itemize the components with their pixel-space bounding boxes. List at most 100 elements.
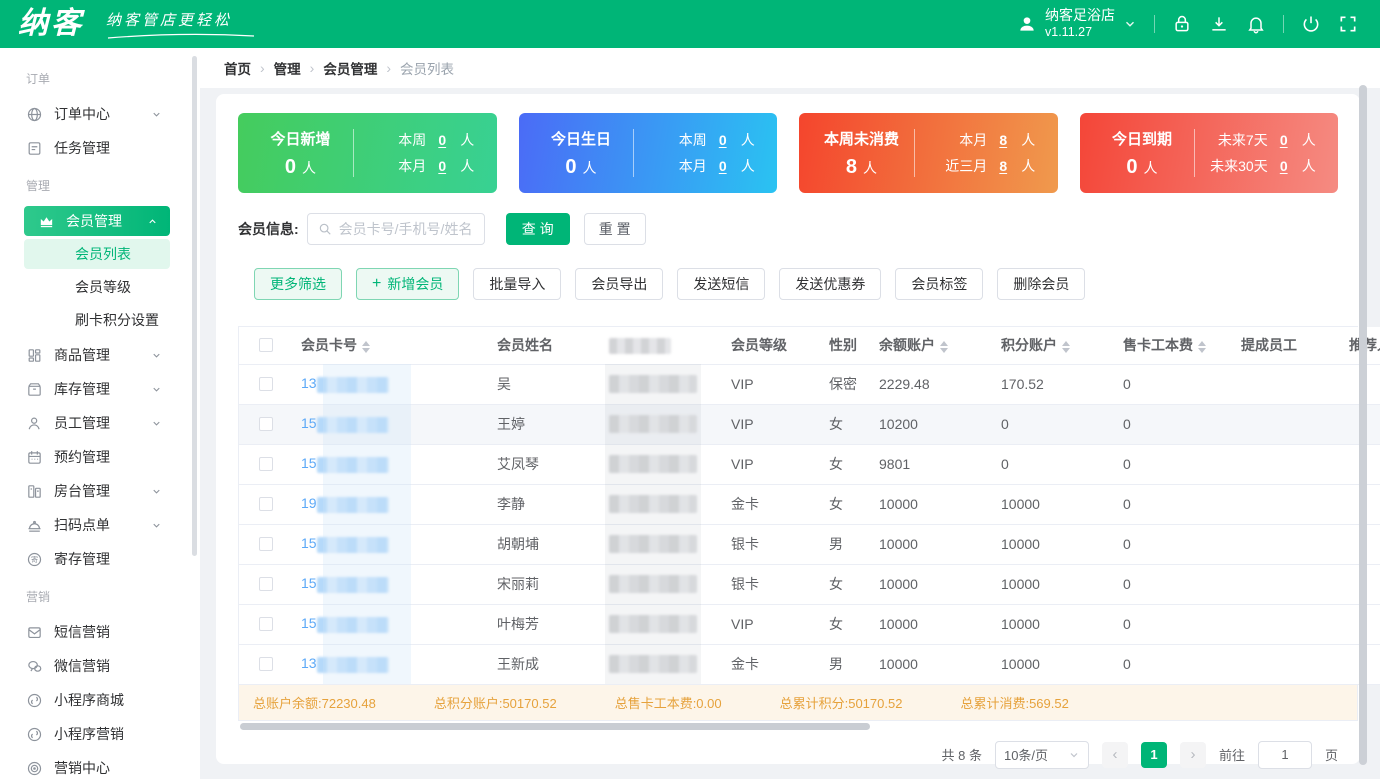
search-input[interactable] [338, 221, 474, 237]
row-checkbox[interactable] [259, 617, 273, 631]
page-size-select[interactable]: 10条/页 [994, 740, 1089, 769]
breadcrumb-item[interactable]: 首页 [224, 58, 251, 78]
bell-icon[interactable] [1246, 14, 1266, 34]
reset-button[interactable]: 重 置 [583, 213, 646, 245]
stat-card-title: 今日新增 [270, 130, 331, 148]
row-checkbox[interactable] [259, 377, 273, 391]
sidebar-subitem[interactable]: 会员列表 [24, 239, 170, 269]
power-icon[interactable] [1301, 14, 1321, 34]
sidebar-item-label: 寄存管理 [54, 551, 110, 567]
blurred-phone [609, 415, 697, 434]
cell-checkbox [239, 604, 293, 645]
sidebar-item[interactable]: 任务管理 [0, 131, 200, 165]
sidebar-item-label: 扫码点单 [54, 517, 110, 533]
row-checkbox[interactable] [259, 497, 273, 511]
column-header-card[interactable]: 会员卡号 [293, 327, 489, 365]
goto-page-input[interactable] [1257, 740, 1312, 769]
row-checkbox[interactable] [259, 577, 273, 591]
cell-card-number: 15 [293, 524, 489, 565]
sidebar-item[interactable]: 订单中心 [0, 97, 200, 131]
user-menu[interactable]: 纳客足浴店 v1.11.27 [1017, 7, 1137, 40]
cell-phone [601, 404, 723, 445]
toolbar-button[interactable]: 更多筛选 [254, 268, 342, 300]
sort-icon[interactable] [1198, 340, 1206, 353]
next-page-button[interactable]: › [1179, 741, 1206, 768]
card-number-link[interactable]: 15 [301, 415, 317, 431]
sidebar-item[interactable]: 短信营销 [0, 615, 200, 649]
vertical-scrollbar[interactable] [1359, 85, 1367, 765]
stock-icon [26, 381, 43, 398]
sidebar-item[interactable]: 会员管理 [24, 206, 170, 236]
horizontal-scrollbar-thumb[interactable] [240, 722, 870, 730]
select-all-checkbox[interactable] [259, 338, 273, 353]
toolbar-button[interactable]: + 新增会员 [356, 268, 460, 300]
page-number-button[interactable]: 1 [1140, 741, 1167, 768]
sidebar-item[interactable]: 扫码点单 [0, 508, 200, 542]
column-header-fee[interactable]: 售卡工本费 [1115, 327, 1233, 365]
sidebar-item-label: 商品管理 [54, 347, 110, 363]
stat-card-left: 今日新增 0 人 [248, 128, 353, 179]
sort-icon[interactable] [940, 340, 948, 353]
card-number-link[interactable]: 15 [301, 535, 317, 551]
tagline-wrap: 纳客管店更轻松 [106, 9, 256, 40]
sort-icon[interactable] [362, 340, 370, 353]
breadcrumb-item[interactable]: 会员管理 [323, 58, 377, 78]
sidebar-item[interactable]: 房台管理 [0, 474, 200, 508]
toolbar-button[interactable]: 发送短信 [677, 268, 766, 300]
sidebar-subitem[interactable]: 会员等级 [24, 272, 170, 302]
sidebar-item[interactable]: 小程序营销 [0, 717, 200, 751]
stat-row-value-link[interactable]: 0 [1278, 132, 1290, 148]
card-number-link[interactable]: 15 [301, 575, 317, 591]
row-checkbox[interactable] [259, 537, 273, 551]
stat-value-unit: 人 [1143, 159, 1158, 176]
query-button[interactable]: 查 询 [505, 213, 570, 245]
stat-row-value-link[interactable]: 8 [997, 132, 1009, 148]
sidebar-scrollbar[interactable] [192, 56, 197, 556]
cloche-icon [26, 517, 43, 534]
stat-row-value-link[interactable]: 0 [1278, 158, 1290, 174]
column-header-balance[interactable]: 余额账户 [871, 327, 993, 365]
sidebar-item[interactable]: 库存管理 [0, 372, 200, 406]
summary-item: 总售卡工本费:0.00 [614, 695, 722, 711]
toolbar-button[interactable]: 批量导入 [473, 268, 562, 300]
download-icon[interactable] [1209, 14, 1229, 34]
row-checkbox[interactable] [259, 417, 273, 431]
cell-level: VIP [723, 444, 821, 485]
stat-row-value-link[interactable]: 0 [436, 132, 448, 148]
sidebar-item[interactable]: 员工管理 [0, 406, 200, 440]
breadcrumb-item[interactable]: 管理 [274, 58, 301, 78]
card-number-link[interactable]: 15 [301, 455, 317, 471]
sort-icon[interactable] [1062, 340, 1070, 353]
sidebar-item[interactable]: 小程序商城 [0, 683, 200, 717]
card-number-link[interactable]: 15 [301, 615, 317, 631]
column-header-points[interactable]: 积分账户 [993, 327, 1115, 365]
sidebar-item[interactable]: 商品管理 [0, 338, 200, 372]
stat-row-value-link[interactable]: 0 [436, 158, 448, 174]
fullscreen-icon[interactable] [1338, 14, 1358, 34]
sidebar-item[interactable]: 营销中心 [0, 751, 200, 779]
stat-row-value-link[interactable]: 0 [717, 132, 729, 148]
sidebar-item[interactable]: 预约管理 [0, 440, 200, 474]
row-checkbox[interactable] [259, 457, 273, 471]
sidebar-item[interactable]: 微信营销 [0, 649, 200, 683]
cell-gender: 女 [821, 404, 871, 445]
sidebar-subitem[interactable]: 刷卡积分设置 [24, 305, 170, 335]
sidebar: 订单 订单中心 任务管理 管理 会员管理 会员列表 会员等级 刷卡积分设置 商品管理 库存管理 员工… [0, 48, 200, 779]
card-number-link[interactable]: 13 [301, 655, 317, 671]
prev-page-button[interactable]: ‹ [1101, 741, 1128, 768]
toolbar-button[interactable]: 发送优惠券 [779, 268, 882, 300]
row-checkbox[interactable] [259, 657, 273, 671]
card-number-link[interactable]: 13 [301, 375, 317, 391]
toolbar-button[interactable]: 会员标签 [895, 268, 984, 300]
stat-row-value-link[interactable]: 8 [997, 158, 1009, 174]
card-number-link[interactable]: 19 [301, 495, 317, 511]
toolbar-button[interactable]: 会员导出 [575, 268, 664, 300]
lock-icon[interactable] [1172, 14, 1192, 34]
sidebar-item[interactable]: 寄 寄存管理 [0, 542, 200, 576]
cell-name: 李静 [489, 484, 601, 525]
stat-card-rows: 本月 8 人近三月 8 人 [915, 130, 1048, 176]
stat-row-value-link[interactable]: 0 [717, 158, 729, 174]
cell-phone [601, 604, 723, 645]
column-header-check [239, 327, 293, 365]
toolbar-button[interactable]: 删除会员 [997, 268, 1086, 300]
